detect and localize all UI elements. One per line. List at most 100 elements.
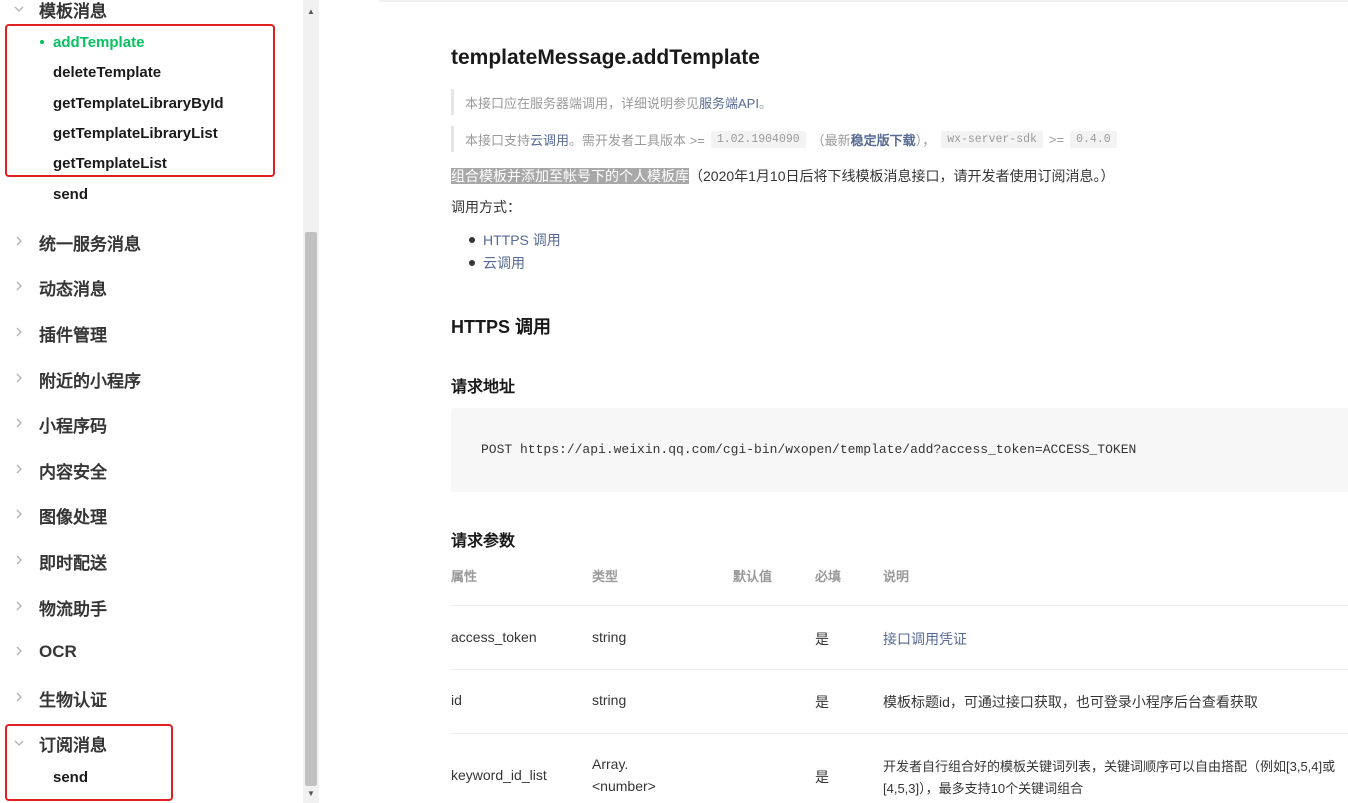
request-params-heading: 请求参数 [451, 533, 516, 550]
chevron-right-icon [14, 464, 24, 477]
param-type: string [592, 629, 627, 645]
column-header: 默认值 [733, 569, 773, 584]
sidebar-group-label: 生物认证 [39, 690, 107, 710]
param-required: 是 [815, 694, 829, 710]
chevron-right-icon [14, 601, 24, 614]
scroll-up-icon[interactable]: ▲ [303, 4, 319, 20]
note-text: 。需开发者工具版本 >= [569, 132, 705, 148]
chevron-right-icon [14, 373, 24, 386]
https-call-link[interactable]: HTTPS 调用 [483, 230, 561, 250]
main-content: templateMessage.addTemplate 本接口应在服务器端调用，… [319, 0, 1348, 803]
note-text: （最新 [811, 132, 851, 148]
param-type: Array. [592, 756, 629, 772]
table-divider [451, 733, 1348, 734]
sidebar-group-label: 即时配送 [39, 553, 107, 573]
sidebar-item-gettemplatelibrarylist[interactable]: getTemplateLibraryList [0, 119, 303, 147]
param-type: <number> [592, 778, 656, 794]
page-title: templateMessage.addTemplate [451, 46, 760, 69]
sidebar-group-updatable-message[interactable]: 动态消息 [0, 272, 303, 302]
top-divider [379, 0, 1348, 2]
sdk-name-code: wx-server-sdk [941, 130, 1043, 148]
sidebar-group-label: 小程序码 [39, 416, 107, 436]
sidebar-group-wxacode[interactable]: 小程序码 [0, 409, 303, 439]
sidebar-group-ocr[interactable]: OCR [0, 637, 303, 667]
sidebar-group-label: 物流助手 [39, 599, 107, 619]
sidebar-group-img[interactable]: 图像处理 [0, 500, 303, 530]
sidebar-item-label: send [53, 768, 89, 786]
devtools-version-code: 1.02.1904090 [710, 130, 806, 148]
param-required: 是 [815, 631, 829, 647]
chevron-right-icon [14, 281, 24, 294]
sidebar-item-label: getTemplateLibraryList [53, 124, 218, 142]
sidebar-group-nearby[interactable]: 附近的小程序 [0, 364, 303, 394]
sidebar-group-label: 图像处理 [39, 507, 107, 527]
sidebar-item-gettemplatelist[interactable]: getTemplateList [0, 149, 303, 177]
sidebar-item-subscribe-send[interactable]: send [0, 763, 303, 791]
cloud-call-link[interactable]: 云调用 [530, 130, 569, 149]
chevron-down-icon [14, 3, 24, 15]
sidebar-nav: 模板消息 addTemplate deleteTemplate getTempl… [0, 0, 303, 803]
sidebar-item-label: send [53, 185, 89, 203]
sidebar-item-deletetemplate[interactable]: deleteTemplate [0, 58, 303, 86]
request-url-heading: 请求地址 [451, 379, 516, 396]
chevron-right-icon [14, 327, 24, 340]
note-text: 本接口支持 [465, 132, 531, 148]
sidebar-group-subscribe-message[interactable]: 订阅消息 [0, 728, 303, 758]
sidebar-group-plugin-manager[interactable]: 插件管理 [0, 318, 303, 348]
sidebar-group-label: 附近的小程序 [39, 371, 141, 391]
sidebar-item-send[interactable]: send [0, 180, 303, 208]
scrollbar-thumb[interactable] [305, 232, 317, 786]
chevron-right-icon [14, 692, 24, 705]
stable-download-label: 稳定版下载 [850, 132, 916, 148]
list-item: 云调用 [469, 251, 561, 274]
sidebar-group-uniform-message[interactable]: 统一服务消息 [0, 227, 303, 257]
sidebar-scrollbar[interactable]: ▲ ▼ [303, 0, 319, 803]
sidebar-item-addtemplate[interactable]: addTemplate [0, 28, 303, 56]
list-item: HTTPS 调用 [469, 228, 561, 251]
sidebar-group-label: 统一服务消息 [39, 234, 141, 254]
sidebar-item-gettemplatelibrarybyid[interactable]: getTemplateLibraryById [0, 89, 303, 117]
bullet-icon [469, 259, 475, 266]
note-text: >= [1048, 131, 1065, 147]
server-side-note: 本接口应在服务器端调用，详细说明参见 服务端API 。 [451, 89, 772, 115]
param-description: 模板标题id，可通过接口获取，也可登录小程序后台查看获取 [883, 694, 1258, 710]
param-description: 开发者自行组合好的模板关键词列表，关键词顺序可以自由搭配（例如[3,5,4]或 [883, 759, 1336, 774]
chevron-down-icon [14, 737, 24, 749]
sidebar-item-label: deleteTemplate [53, 63, 162, 81]
sidebar-item-label: addTemplate [53, 33, 145, 51]
sidebar-group-label: 模板消息 [39, 1, 107, 21]
sidebar-group-label: 插件管理 [39, 325, 107, 345]
param-name: keyword_id_list [451, 767, 547, 783]
sidebar-group-soter[interactable]: 生物认证 [0, 683, 303, 713]
bullet-icon [469, 236, 475, 243]
sidebar-item-label: getTemplateList [53, 154, 167, 172]
sidebar-group-label: OCR [39, 642, 77, 661]
chevron-right-icon [14, 418, 24, 431]
api-description: 组合模板并添加至帐号下的个人模板库（2020年1月10日后将下线模板消息接口，请… [451, 166, 1115, 186]
sidebar-group-security[interactable]: 内容安全 [0, 455, 303, 485]
server-api-link[interactable]: 服务端API [699, 93, 759, 112]
active-dot-icon [40, 40, 44, 44]
scroll-down-icon[interactable]: ▼ [303, 786, 319, 802]
chevron-right-icon [14, 555, 24, 568]
param-description: [4,5,3]），最多支持10个关键词组合 [883, 781, 1084, 796]
param-name: id [451, 692, 462, 708]
call-method-list: HTTPS 调用 云调用 [469, 228, 561, 274]
sidebar-group-logistics[interactable]: 物流助手 [0, 592, 303, 622]
request-url-code-block: POST https://api.weixin.qq.com/cgi-bin/w… [451, 408, 1348, 492]
access-token-link[interactable]: 接口调用凭证 [883, 631, 967, 647]
sidebar-group-template-message[interactable]: 模板消息 [0, 0, 303, 24]
param-required: 是 [815, 769, 829, 785]
column-header: 类型 [592, 569, 619, 584]
call-method-label: 调用方式： [451, 199, 521, 215]
sidebar-group-label: 订阅消息 [39, 735, 107, 755]
note-text: 本接口应在服务器端调用，详细说明参见 [465, 95, 700, 111]
stable-download-link[interactable]: 稳定版下载 [851, 130, 916, 149]
chevron-right-icon [14, 236, 24, 249]
sdk-version-code: 0.4.0 [1070, 130, 1117, 148]
cloud-call-note: 本接口支持 云调用 。需开发者工具版本 >= 1.02.1904090 （最新 … [451, 126, 1123, 152]
table-divider [451, 605, 1348, 606]
sidebar-group-immediate-delivery[interactable]: 即时配送 [0, 546, 303, 576]
column-header: 必填 [815, 569, 842, 584]
cloud-call-method-link[interactable]: 云调用 [483, 253, 525, 273]
